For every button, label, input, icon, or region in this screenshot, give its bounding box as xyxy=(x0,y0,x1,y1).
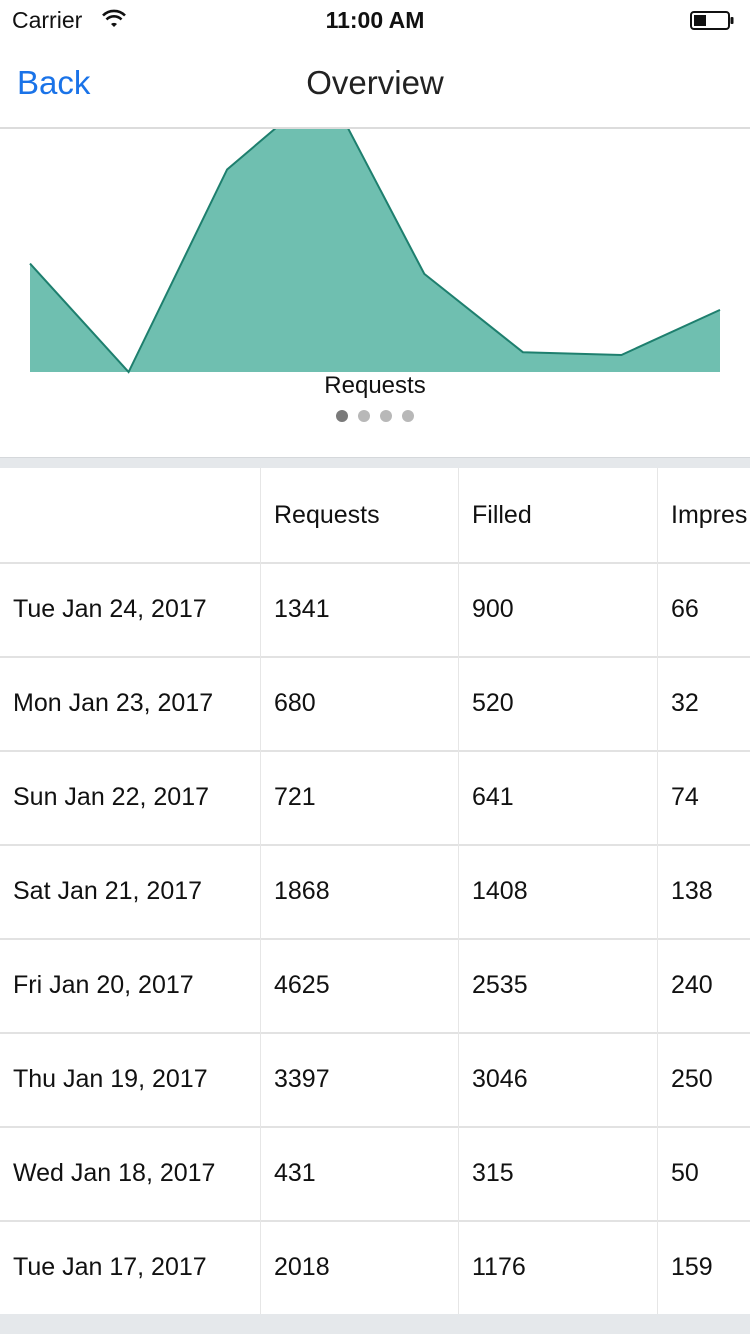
navigation-bar: Back Overview xyxy=(0,40,750,129)
table-cell: 2018 xyxy=(261,1220,459,1314)
table-row[interactable]: Tue Jan 17, 2017 2018 1176 159 xyxy=(0,1220,750,1314)
table-cell: 2535 xyxy=(459,938,658,1032)
table-row[interactable]: Tue Jan 24, 2017 1341 900 66 xyxy=(0,562,750,658)
table-cell: 250 xyxy=(658,1032,750,1126)
table-cell: 1341 xyxy=(261,562,459,656)
battery-icon xyxy=(690,11,734,30)
chart-pager[interactable]: Requests xyxy=(0,129,750,457)
table-cell: Wed Jan 18, 2017 xyxy=(0,1126,261,1220)
page-title: Overview xyxy=(306,64,444,101)
chart-title: Requests xyxy=(324,372,426,399)
status-bar: Carrier 11:00 AM xyxy=(0,0,750,40)
table-cell: Tue Jan 17, 2017 xyxy=(0,1220,261,1314)
status-time: 11:00 AM xyxy=(325,7,425,33)
table-cell: 159 xyxy=(658,1220,750,1314)
table-cell: 1176 xyxy=(459,1220,658,1314)
table-cell: Sun Jan 22, 2017 xyxy=(0,750,261,844)
table-cell: 50 xyxy=(658,1126,750,1220)
data-table[interactable]: Requests Filled Impres Tue Jan 24, 2017 1341… xyxy=(0,468,750,1314)
table-cell: 641 xyxy=(459,750,658,844)
column-header xyxy=(0,468,261,562)
table-cell: 66 xyxy=(658,562,750,656)
column-header: Requests xyxy=(261,468,459,562)
table-cell: Sat Jan 21, 2017 xyxy=(0,844,261,938)
table-row[interactable]: Sun Jan 22, 2017 721 641 74 xyxy=(0,750,750,846)
page-indicator[interactable] xyxy=(0,409,750,427)
table-cell: 680 xyxy=(261,656,459,750)
table-row[interactable]: Fri Jan 20, 2017 4625 2535 240 xyxy=(0,938,750,1034)
table-row[interactable]: Sat Jan 21, 2017 1868 1408 138 xyxy=(0,844,750,940)
table-row[interactable]: Thu Jan 19, 2017 3397 3046 250 xyxy=(0,1032,750,1128)
page-dot[interactable] xyxy=(358,410,370,422)
table-cell: 1868 xyxy=(261,844,459,938)
table-cell: 520 xyxy=(459,656,658,750)
page-dot[interactable] xyxy=(380,410,392,422)
table-cell: 32 xyxy=(658,656,750,750)
table-cell: 721 xyxy=(261,750,459,844)
table-cell: 240 xyxy=(658,938,750,1032)
page-dot[interactable] xyxy=(402,410,414,422)
bottom-separator xyxy=(0,1314,750,1334)
table-cell: 3397 xyxy=(261,1032,459,1126)
table-cell: 138 xyxy=(658,844,750,938)
table-cell: 3046 xyxy=(459,1032,658,1126)
column-header: Impres xyxy=(658,468,750,562)
table-cell: 1408 xyxy=(459,844,658,938)
table-row[interactable]: Mon Jan 23, 2017 680 520 32 xyxy=(0,656,750,752)
table-cell: Fri Jan 20, 2017 xyxy=(0,938,261,1032)
table-row[interactable]: Wed Jan 18, 2017 431 315 50 xyxy=(0,1126,750,1222)
table-cell: 431 xyxy=(261,1126,459,1220)
table-cell: Thu Jan 19, 2017 xyxy=(0,1032,261,1126)
requests-area-chart xyxy=(29,129,721,374)
table-cell: 900 xyxy=(459,562,658,656)
table-cell: Mon Jan 23, 2017 xyxy=(0,656,261,750)
page-dot[interactable] xyxy=(336,410,348,422)
table-cell: 315 xyxy=(459,1126,658,1220)
table-cell: 74 xyxy=(658,750,750,844)
table-header-row: Requests Filled Impres xyxy=(0,468,750,564)
table-cell: Tue Jan 24, 2017 xyxy=(0,562,261,656)
table-cell: 4625 xyxy=(261,938,459,1032)
column-header: Filled xyxy=(459,468,658,562)
requests-area xyxy=(30,129,720,372)
